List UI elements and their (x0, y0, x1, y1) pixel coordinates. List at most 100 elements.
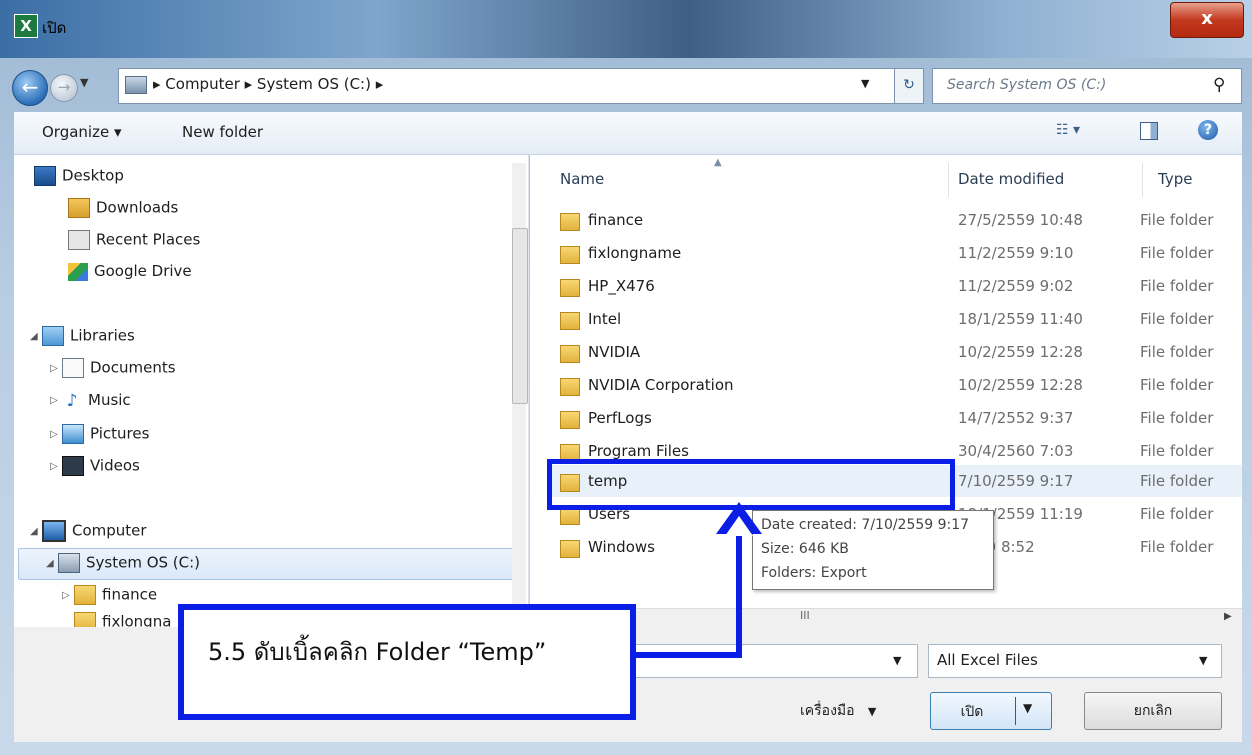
libraries-icon (42, 326, 64, 346)
file-name: Program Files (588, 442, 689, 460)
refresh-button[interactable]: ↻ (894, 68, 924, 104)
nav-item-downloads[interactable]: Downloads (68, 198, 178, 226)
refresh-icon: ↻ (903, 77, 915, 93)
nav-label: Google Drive (94, 262, 192, 280)
expand-arrow-icon[interactable]: ◢ (30, 526, 42, 537)
file-name: PerfLogs (588, 409, 652, 427)
column-header-name[interactable]: Name (560, 170, 604, 188)
computer-icon (42, 520, 66, 542)
file-name: NVIDIA (588, 343, 641, 361)
file-row-perflogs[interactable]: PerfLogs 14/7/2552 9:37 File folder (548, 405, 1242, 435)
nav-label: System OS (C:) (86, 553, 201, 572)
file-type: File folder (1140, 505, 1214, 523)
collapse-arrow-icon[interactable]: ▷ (50, 395, 62, 406)
sort-ascending-icon: ▲ (714, 157, 722, 168)
new-folder-button[interactable]: New folder (182, 123, 263, 141)
column-header-date[interactable]: Date modified (958, 170, 1064, 188)
nav-scrollbar-thumb[interactable] (512, 228, 528, 404)
file-date: 7/10/2559 9:17 (958, 472, 1074, 490)
file-type: File folder (1140, 310, 1214, 328)
horizontal-scrollbar[interactable]: III ▶ (530, 608, 1242, 627)
annotation-arrow-shaft (736, 530, 742, 658)
google-drive-icon (68, 262, 88, 281)
file-date: 27/5/2559 10:48 (958, 211, 1083, 229)
change-view-icon[interactable]: ☷ ▾ (1056, 122, 1080, 138)
file-name: Intel (588, 310, 622, 328)
nav-label: Recent Places (96, 230, 201, 249)
nav-item-videos[interactable]: ▷ Videos (50, 456, 140, 484)
file-row-intel[interactable]: Intel 18/1/2559 11:40 File folder (548, 306, 1242, 336)
nav-item-recent-places[interactable]: Recent Places (68, 230, 200, 258)
recent-pages-dropdown[interactable]: ▼ (80, 76, 88, 89)
command-toolbar: Organize ▾ New folder ☷ ▾ ? (14, 112, 1242, 155)
collapse-arrow-icon[interactable]: ▷ (50, 461, 62, 472)
back-button[interactable]: ← (12, 70, 48, 106)
close-button[interactable]: x (1170, 2, 1244, 38)
file-date: 14/7/2552 9:37 (958, 409, 1074, 427)
instruction-text: 5.5 ดับเบิ้ลคลิก Folder “Temp” (208, 638, 547, 666)
file-type: File folder (1140, 409, 1214, 427)
file-row-fixlongname[interactable]: fixlongname 11/2/2559 9:10 File folder (548, 240, 1242, 270)
forward-button[interactable]: → (50, 74, 78, 102)
nav-item-documents[interactable]: ▷ Documents (50, 358, 176, 386)
search-icon[interactable]: ⚲ (1213, 75, 1225, 95)
preview-pane-icon[interactable] (1140, 122, 1158, 140)
title-bar: X เปิด x (0, 0, 1252, 58)
expand-arrow-icon[interactable]: ◢ (30, 331, 42, 342)
music-icon: ♪ (66, 390, 78, 411)
nav-item-google-drive[interactable]: Google Drive (68, 262, 192, 290)
nav-item-libraries[interactable]: ◢ Libraries (30, 326, 135, 354)
file-type-select[interactable]: All Excel Files ▼ (928, 644, 1222, 678)
annotation-arrow-head-inner (725, 516, 753, 536)
chevron-down-icon[interactable]: ▼ (1199, 654, 1207, 667)
drive-icon (125, 76, 147, 94)
nav-label: Downloads (96, 198, 179, 217)
search-input[interactable]: Search System OS (C:) ⚲ (932, 68, 1242, 104)
open-options-dropdown-icon[interactable]: ▼ (1023, 701, 1032, 715)
nav-item-pictures[interactable]: ▷ Pictures (50, 424, 149, 452)
file-name-input[interactable]: ▼ (610, 644, 918, 678)
chevron-down-icon[interactable]: ▼ (893, 654, 901, 667)
help-icon[interactable]: ? (1198, 120, 1218, 140)
folder-icon (560, 246, 580, 264)
videos-icon (62, 456, 84, 476)
expand-arrow-icon[interactable]: ◢ (46, 558, 58, 569)
open-button[interactable]: เปิด ▼ (930, 692, 1052, 730)
nav-item-desktop[interactable]: Desktop (34, 166, 124, 194)
file-date: 30/4/2560 7:03 (958, 442, 1074, 460)
file-row-nvidia-corporation[interactable]: NVIDIA Corporation 10/2/2559 12:28 File fo… (548, 372, 1242, 402)
column-divider[interactable] (1142, 163, 1143, 197)
tools-button[interactable]: เครื่องมือ ▼ (800, 700, 876, 722)
excel-icon: X (14, 14, 38, 38)
collapse-arrow-icon[interactable]: ▷ (50, 363, 62, 374)
file-date: 18/1/2559 11:40 (958, 310, 1083, 328)
column-header-type[interactable]: Type (1158, 170, 1192, 188)
address-dropdown-icon[interactable]: ▼ (861, 77, 869, 90)
file-name: NVIDIA Corporation (588, 376, 734, 394)
file-type: File folder (1140, 211, 1214, 229)
nav-item-finance[interactable]: ▷ finance (62, 585, 157, 613)
nav-item-system-os[interactable]: ◢ System OS (C:) (46, 553, 200, 581)
collapse-arrow-icon[interactable]: ▷ (50, 429, 62, 440)
breadcrumb[interactable]: ▸ Computer ▸ System OS (C:) ▸ (153, 75, 383, 93)
file-date: 11/2/2559 9:10 (958, 244, 1074, 262)
folder-icon (560, 213, 580, 231)
nav-label: Music (88, 391, 131, 409)
nav-label: Videos (90, 456, 140, 475)
address-bar[interactable]: ▸ Computer ▸ System OS (C:) ▸ ▼ (118, 68, 896, 104)
file-row-nvidia[interactable]: NVIDIA 10/2/2559 12:28 File folder (548, 339, 1242, 369)
instruction-callout: 5.5 ดับเบิ้ลคลิก Folder “Temp” (178, 604, 636, 720)
cancel-button[interactable]: ยกเลิก (1084, 692, 1222, 730)
file-row-finance[interactable]: finance 27/5/2559 10:48 File folder (548, 207, 1242, 237)
organize-button[interactable]: Organize ▾ (42, 123, 122, 141)
file-row-hp-x476[interactable]: HP_X476 11/2/2559 9:02 File folder (548, 273, 1242, 303)
scroll-right-arrow-icon[interactable]: ▶ (1224, 611, 1232, 622)
column-divider[interactable] (948, 163, 949, 197)
tooltip-date-created: Date created: 7/10/2559 9:17 (761, 517, 970, 533)
nav-item-music[interactable]: ▷ ♪ Music (50, 391, 131, 419)
collapse-arrow-icon[interactable]: ▷ (62, 590, 74, 601)
folder-icon (560, 378, 580, 396)
pictures-icon (62, 424, 84, 444)
nav-label: finance (102, 585, 158, 604)
nav-item-computer[interactable]: ◢ Computer (30, 520, 147, 548)
